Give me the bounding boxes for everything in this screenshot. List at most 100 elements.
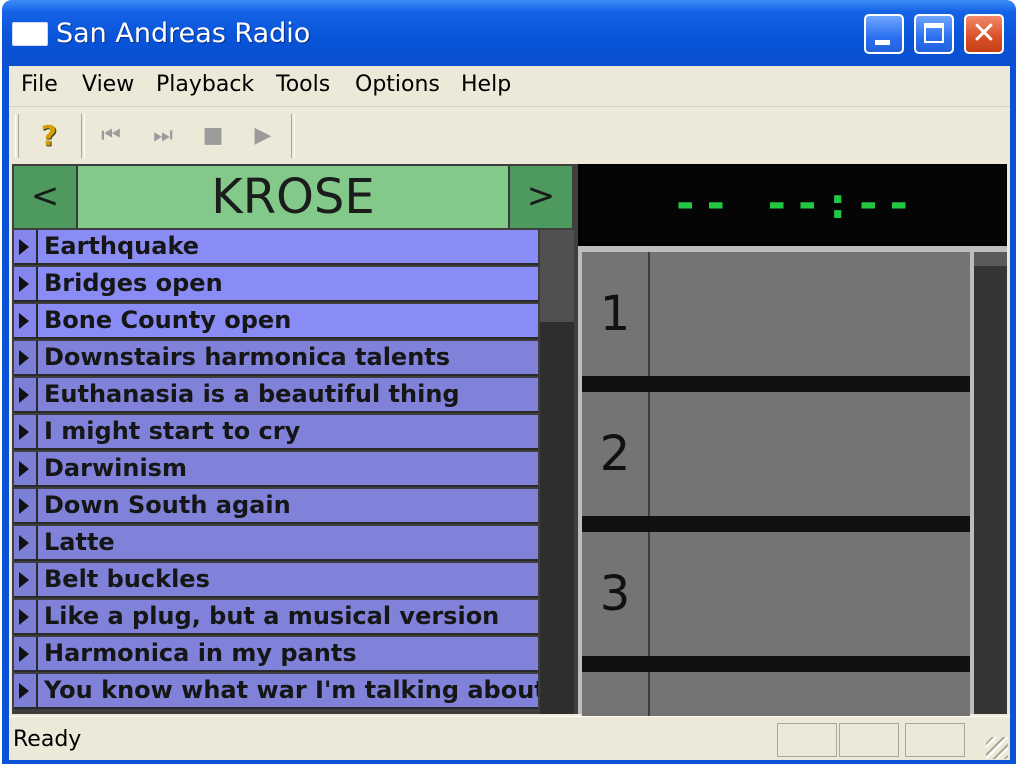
expand-cell[interactable] xyxy=(14,526,38,559)
close-button[interactable]: ✕ xyxy=(964,14,1004,54)
play-arrow-icon xyxy=(19,461,29,477)
list-item[interactable]: Belt buckles xyxy=(14,563,538,598)
slot-item[interactable]: 3 xyxy=(582,532,970,656)
menu-file[interactable]: File xyxy=(21,72,58,97)
menu-bar: File View Playback Tools Options Help xyxy=(9,66,1010,107)
play-arrow-icon xyxy=(19,424,29,440)
maximize-icon xyxy=(924,23,944,43)
minimize-icon xyxy=(875,40,890,45)
play-arrow-icon xyxy=(19,683,29,699)
status-panel xyxy=(777,723,837,757)
status-bar: Ready xyxy=(9,716,1010,760)
list-item[interactable]: Earthquake xyxy=(14,230,538,265)
previous-station-button[interactable]: < xyxy=(14,166,76,228)
menu-options[interactable]: Options xyxy=(355,72,440,97)
scrollbar-thumb[interactable] xyxy=(540,230,574,322)
slot-number: 1 xyxy=(582,252,650,376)
app-window: San Andreas Radio ✕ File View Playback T… xyxy=(2,0,1016,764)
station-pane: < KROSE > Earthquake Bridges open Bone C… xyxy=(12,164,574,714)
next-track-icon[interactable]: ⏭ xyxy=(143,116,183,156)
next-station-button[interactable]: > xyxy=(510,166,572,228)
player-pane: -- --:-- 1 2 3 xyxy=(578,164,1007,760)
play-icon[interactable]: ▶ xyxy=(243,116,283,156)
expand-cell[interactable] xyxy=(14,563,38,596)
track-title: Harmonica in my pants xyxy=(38,637,538,670)
track-title: Belt buckles xyxy=(38,563,538,596)
maximize-button[interactable] xyxy=(914,14,954,54)
menu-tools[interactable]: Tools xyxy=(276,72,330,97)
track-title: Bone County open xyxy=(38,304,538,337)
track-title: I might start to cry xyxy=(38,415,538,448)
menu-playback[interactable]: Playback xyxy=(156,72,254,97)
list-item[interactable]: Harmonica in my pants xyxy=(14,637,538,672)
expand-cell[interactable] xyxy=(14,600,38,633)
expand-cell[interactable] xyxy=(14,637,38,670)
track-title: Down South again xyxy=(38,489,538,522)
slot-list-scrollbar[interactable] xyxy=(974,252,1007,714)
list-item[interactable]: Down South again xyxy=(14,489,538,524)
expand-cell[interactable] xyxy=(14,230,38,263)
close-icon: ✕ xyxy=(971,16,997,51)
track-title: You know what war I'm talking about xyxy=(38,674,538,707)
help-icon[interactable]: ? xyxy=(29,116,69,156)
slot-divider xyxy=(582,376,970,392)
play-arrow-icon xyxy=(19,239,29,255)
expand-cell[interactable] xyxy=(14,378,38,411)
station-selector: < KROSE > xyxy=(14,166,572,228)
expand-cell[interactable] xyxy=(14,452,38,485)
play-arrow-icon xyxy=(19,572,29,588)
slot-number: 2 xyxy=(582,392,650,516)
track-list: Earthquake Bridges open Bone County open… xyxy=(14,230,538,714)
window-title: San Andreas Radio xyxy=(56,18,311,49)
slot-item[interactable]: 1 xyxy=(582,252,970,376)
list-item[interactable]: Latte xyxy=(14,526,538,561)
list-item[interactable]: Downstairs harmonica talents xyxy=(14,341,538,376)
play-arrow-icon xyxy=(19,276,29,292)
slot-number: 3 xyxy=(582,532,650,656)
list-item[interactable]: Bone County open xyxy=(14,304,538,339)
expand-cell[interactable] xyxy=(14,304,38,337)
slot-list: 1 2 3 xyxy=(578,246,1007,760)
play-arrow-icon xyxy=(19,535,29,551)
toolbar: ? ⏮ ⏭ ■ ▶ xyxy=(9,110,1010,164)
list-item[interactable]: Euthanasia is a beautiful thing xyxy=(14,378,538,413)
list-item[interactable]: You know what war I'm talking about xyxy=(14,674,538,709)
menu-help[interactable]: Help xyxy=(461,72,511,97)
play-arrow-icon xyxy=(19,350,29,366)
toolbar-grip[interactable] xyxy=(15,114,19,158)
stop-icon[interactable]: ■ xyxy=(193,116,233,156)
list-item[interactable]: Bridges open xyxy=(14,267,538,302)
status-panel xyxy=(905,723,965,757)
play-arrow-icon xyxy=(19,609,29,625)
toolbar-separator xyxy=(81,114,85,158)
list-item[interactable]: Darwinism xyxy=(14,452,538,487)
expand-cell[interactable] xyxy=(14,489,38,522)
play-arrow-icon xyxy=(19,498,29,514)
expand-cell[interactable] xyxy=(14,341,38,374)
station-name: KROSE xyxy=(78,166,508,228)
client-area: File View Playback Tools Options Help ? … xyxy=(9,66,1010,760)
slot-divider xyxy=(582,516,970,532)
track-list-scrollbar[interactable] xyxy=(540,230,574,714)
play-arrow-icon xyxy=(19,646,29,662)
list-item[interactable]: I might start to cry xyxy=(14,415,538,450)
slot-item[interactable]: 2 xyxy=(582,392,970,516)
list-item[interactable]: Like a plug, but a musical version xyxy=(14,600,538,635)
title-bar[interactable]: San Andreas Radio ✕ xyxy=(2,0,1016,66)
track-title: Downstairs harmonica talents xyxy=(38,341,538,374)
time-display: -- --:-- xyxy=(582,166,1006,242)
resize-grip-icon[interactable] xyxy=(986,737,1008,759)
previous-track-icon[interactable]: ⏮ xyxy=(91,116,131,156)
time-readout: -- --:-- xyxy=(672,178,916,229)
expand-cell[interactable] xyxy=(14,674,38,707)
toolbar-separator xyxy=(291,114,295,158)
expand-cell[interactable] xyxy=(14,415,38,448)
play-arrow-icon xyxy=(19,387,29,403)
app-icon xyxy=(12,22,48,46)
minimize-button[interactable] xyxy=(864,14,904,54)
track-title: Euthanasia is a beautiful thing xyxy=(38,378,538,411)
scrollbar-thumb[interactable] xyxy=(974,252,1007,266)
menu-view[interactable]: View xyxy=(82,72,134,97)
track-title: Darwinism xyxy=(38,452,538,485)
expand-cell[interactable] xyxy=(14,267,38,300)
